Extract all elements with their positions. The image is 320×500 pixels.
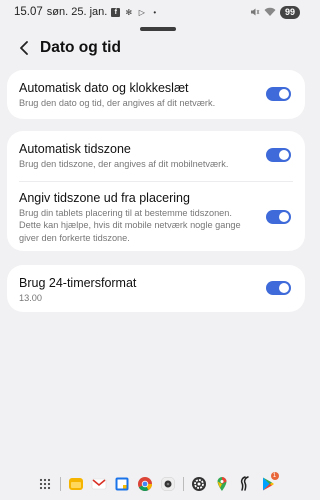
setting-subtitle: 13.00	[19, 293, 42, 303]
wifi-icon	[264, 7, 276, 16]
gmail-icon[interactable]	[91, 476, 107, 492]
snowflake-notification-icon: ✻	[125, 7, 133, 17]
page-title: Dato og tid	[40, 39, 121, 56]
apps-grid-icon[interactable]	[37, 476, 53, 492]
toggle-auto-date-time[interactable]	[266, 87, 291, 101]
notification-badge: 1	[270, 472, 279, 480]
setting-subtitle: Brug den tidszone, der angives af dit mo…	[19, 159, 229, 169]
facebook-notification-icon: f	[111, 7, 121, 17]
mute-icon	[250, 8, 260, 16]
files-icon[interactable]	[68, 476, 84, 492]
header: Dato og tid	[0, 34, 312, 62]
toggle-timezone-from-location[interactable]	[266, 209, 291, 224]
battery-indicator: 99	[279, 5, 300, 19]
status-date: søn. 25. jan.	[46, 6, 108, 18]
setting-row-24-hour-format[interactable]: Brug 24-timersformat 13.00	[7, 265, 305, 315]
chevron-left-icon	[20, 41, 28, 55]
camera-icon[interactable]	[160, 476, 176, 492]
setting-title: Automatisk dato og klokkeslæt	[19, 81, 189, 95]
setting-row-timezone-from-location[interactable]: Angiv tidszone ud fra placering Brug din…	[7, 182, 305, 255]
calendar-icon[interactable]	[114, 476, 130, 492]
settings-card-24h: Brug 24-timersformat 13.00	[7, 265, 305, 312]
voice-icon[interactable]	[237, 476, 253, 492]
setting-subtitle: Brug den dato og tid, der angives af dit…	[19, 98, 216, 108]
taskbar: 1	[0, 470, 312, 498]
chrome-icon[interactable]	[137, 476, 153, 492]
back-button[interactable]	[14, 36, 34, 60]
setting-title: Brug 24-timersformat	[19, 276, 137, 290]
setting-title: Automatisk tidszone	[19, 142, 131, 156]
status-time: 15.07	[14, 6, 43, 18]
play-notification-icon: ▷	[138, 7, 145, 17]
dock-separator	[182, 477, 184, 491]
status-bar: 15.07 søn. 25. jan. f ✻ ▷ • 99	[0, 0, 312, 24]
toggle-auto-timezone[interactable]	[266, 148, 291, 162]
settings-card-timezone: Automatisk tidszone Brug den tidszone, d…	[7, 131, 305, 251]
maps-icon[interactable]	[214, 476, 230, 492]
setting-title: Angiv tidszone ud fra placering	[19, 190, 190, 205]
setting-row-auto-timezone[interactable]: Automatisk tidszone Brug den tidszone, d…	[7, 131, 305, 181]
settings-card-auto-date: Automatisk dato og klokkeslæt Brug den d…	[7, 70, 305, 119]
settings-icon[interactable]	[191, 476, 207, 492]
toggle-24-hour-format[interactable]	[266, 281, 291, 295]
drag-handle[interactable]	[140, 27, 176, 31]
setting-subtitle: Brug din tablets placering til at bestem…	[19, 207, 241, 243]
more-notifications-dot-icon: •	[153, 7, 157, 17]
dock-separator	[59, 477, 61, 491]
setting-row-auto-date-time[interactable]: Automatisk dato og klokkeslæt Brug den d…	[7, 70, 305, 120]
play-store-icon[interactable]: 1	[260, 472, 279, 492]
